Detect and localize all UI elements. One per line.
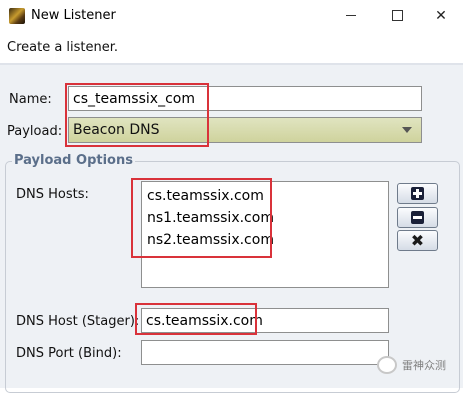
dns-port-bind-field[interactable] — [141, 340, 389, 365]
maximize-button[interactable] — [374, 0, 420, 31]
maximize-icon — [391, 10, 403, 21]
plus-icon — [411, 187, 424, 200]
close-icon: ✖ — [410, 230, 425, 250]
close-icon: ✕ — [435, 7, 447, 24]
dns-hosts-label: DNS Hosts: — [16, 187, 89, 202]
watermark-text: 雷神众测 — [402, 359, 446, 372]
payload-label: Payload: — [7, 124, 63, 139]
dialog-description: Create a listener. — [7, 40, 119, 55]
close-button[interactable]: ✕ — [418, 0, 463, 31]
remove-host-button[interactable] — [397, 207, 438, 228]
chevron-down-icon — [402, 127, 412, 133]
minus-icon — [411, 211, 424, 224]
highlight-box-stager — [135, 303, 257, 335]
minimize-icon — [346, 15, 356, 16]
dns-port-bind-label: DNS Port (Bind): — [16, 346, 122, 361]
watermark-logo-icon — [377, 356, 397, 374]
app-icon — [9, 8, 25, 24]
name-label: Name: — [9, 92, 52, 107]
minimize-button[interactable] — [328, 0, 374, 31]
window-title: New Listener — [31, 8, 116, 23]
add-host-button[interactable] — [397, 183, 438, 204]
payload-options-title: Payload Options — [12, 153, 135, 168]
title-bar: New Listener ✕ — [0, 0, 463, 31]
clear-hosts-button[interactable]: ✖ — [397, 230, 438, 251]
dns-host-stager-label: DNS Host (Stager): — [16, 314, 140, 329]
highlight-box-dns-hosts — [131, 178, 272, 258]
highlight-box-name-payload — [65, 83, 209, 147]
watermark: 雷神众测 — [377, 356, 446, 374]
